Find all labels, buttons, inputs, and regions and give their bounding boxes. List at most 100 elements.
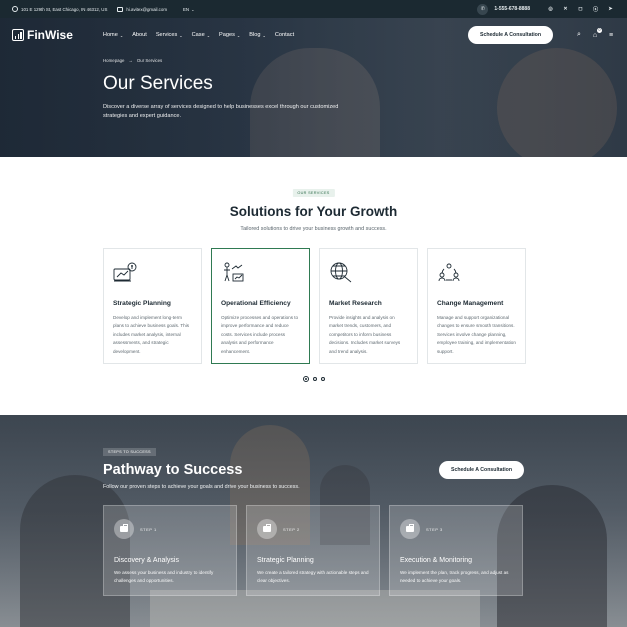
nav-label: Services xyxy=(155,32,178,38)
hero-content: Homepage → Our Services Our Services Dis… xyxy=(103,58,343,121)
services-section: OUR SERVICES Solutions for Your Growth T… xyxy=(0,157,627,415)
step-title: Strategic Planning xyxy=(257,557,314,564)
schedule-consultation-button[interactable]: Schedule A Consultation xyxy=(439,461,525,479)
step-number: STEP 2 xyxy=(283,526,300,532)
nav-menu: Home ⌄ About Services ⌄ Case ⌄ Pages ⌄ Blog ⌄… xyxy=(103,32,294,38)
address-text: 101 E 129th St, East Chicago, IN 46312, … xyxy=(21,6,108,12)
pagination-dot-2[interactable] xyxy=(313,377,317,381)
main-nav: FinWise Home ⌄ About Services ⌄ Case ⌄ Page… xyxy=(0,18,627,52)
service-card-operational-efficiency[interactable]: Operational Efficiency Optimize processe… xyxy=(211,248,310,364)
briefcase-icon xyxy=(114,519,134,539)
card-text: Manage and support organizational change… xyxy=(437,315,516,354)
cart-icon[interactable]: ⌂ xyxy=(591,28,602,39)
nav-item-blog[interactable]: Blog ⌄ xyxy=(249,32,266,38)
step-card-1: STEP 1 Discovery & Analysis We assess yo… xyxy=(103,505,237,596)
address-item: 101 E 129th St, East Chicago, IN 46312, … xyxy=(12,6,107,12)
nav-item-contact[interactable]: Contact xyxy=(275,32,294,38)
breadcrumb: Homepage → Our Services xyxy=(103,58,343,63)
globe-search-icon xyxy=(330,262,352,283)
chevron-down-icon: ⌄ xyxy=(119,32,124,38)
section-tag: OUR SERVICES xyxy=(292,189,335,197)
carousel-pagination xyxy=(303,376,325,382)
section-title: Solutions for Your Growth xyxy=(229,204,398,219)
nav-item-case[interactable]: Case ⌄ xyxy=(192,32,210,38)
nav-item-home[interactable]: Home ⌄ xyxy=(103,32,123,38)
email-item[interactable]: hi.avitex@gmail.com xyxy=(117,6,167,12)
chevron-down-icon: ⌄ xyxy=(179,32,183,38)
instagram-icon[interactable]: ◻ xyxy=(576,5,585,14)
step-card-3: STEP 3 Execution & Monitoring We impleme… xyxy=(389,505,523,596)
card-title: Operational Efficiency xyxy=(221,300,291,307)
pagination-dot-3[interactable] xyxy=(321,377,325,381)
topbar-right: ✆ 1-555-678-8888 ◎ ✕ ◻ ⓢ ➤ xyxy=(477,3,615,15)
top-bar: 101 E 129th St, East Chicago, IN 46312, … xyxy=(0,0,627,18)
chevron-down-icon: ⌄ xyxy=(191,6,195,12)
schedule-consultation-button[interactable]: Schedule A Consultation xyxy=(467,26,553,44)
breadcrumb-home[interactable]: Homepage xyxy=(103,58,124,63)
location-icon xyxy=(12,6,18,12)
nav-item-pages[interactable]: Pages ⌄ xyxy=(219,32,240,38)
language-selector[interactable]: EN ⌄ xyxy=(183,7,194,12)
service-cards: Strategic Planning Develop and implement… xyxy=(103,248,526,364)
step-cards: STEP 1 Discovery & Analysis We assess yo… xyxy=(103,505,523,596)
language-label: EN xyxy=(182,6,190,12)
nav-label: Blog xyxy=(249,32,261,38)
logo-text: FinWise xyxy=(27,28,73,42)
phone-icon: ✆ xyxy=(477,3,489,15)
service-card-strategic-planning[interactable]: Strategic Planning Develop and implement… xyxy=(103,248,202,364)
step-number: STEP 3 xyxy=(426,526,443,532)
step-title: Discovery & Analysis xyxy=(114,557,179,564)
mail-icon xyxy=(117,6,124,12)
step-head: STEP 1 xyxy=(114,519,226,539)
nav-label: About xyxy=(132,32,147,38)
step-head: STEP 3 xyxy=(400,519,512,539)
team-change-icon xyxy=(438,263,460,282)
step-number: STEP 1 xyxy=(140,526,157,532)
hero-subtitle: Discover a diverse array of services des… xyxy=(103,104,339,119)
menu-icon[interactable]: ≡ xyxy=(607,31,615,39)
section-title: Pathway to Success xyxy=(103,462,243,478)
briefcase-icon xyxy=(400,519,420,539)
phone-number[interactable]: 1-555-678-8888 xyxy=(494,6,530,12)
skype-icon[interactable]: ⓢ xyxy=(591,5,600,14)
section-tag: STEPS TO SUCCESS xyxy=(103,448,156,456)
section-subtitle: Follow our proven steps to achieve your … xyxy=(103,484,300,490)
section-subtitle: Tailored solutions to drive your busines… xyxy=(240,226,387,232)
nav-label: Contact xyxy=(274,32,295,38)
search-icon[interactable]: ⌕ xyxy=(575,31,583,39)
nav-item-about[interactable]: About xyxy=(132,32,147,38)
step-text: We create a tailored strategy with actio… xyxy=(257,570,369,584)
service-card-market-research[interactable]: Market Research Provide insights and ana… xyxy=(319,248,418,364)
card-text: Optimize processes and operations to imp… xyxy=(221,315,299,354)
step-head: STEP 2 xyxy=(257,519,369,539)
whatsapp-icon[interactable]: ◎ xyxy=(546,5,555,14)
email-text[interactable]: hi.avitex@gmail.com xyxy=(126,7,167,12)
breadcrumb-current: Our Services xyxy=(136,58,163,63)
service-card-change-management[interactable]: Change Management Manage and support org… xyxy=(427,248,526,364)
card-title: Market Research xyxy=(329,300,382,307)
chevron-down-icon: ⌄ xyxy=(236,32,241,38)
pathway-section: STEPS TO SUCCESS Pathway to Success Foll… xyxy=(0,415,627,627)
nav-item-services[interactable]: Services ⌄ xyxy=(156,32,183,38)
logo-icon xyxy=(12,29,24,41)
efficiency-icon xyxy=(224,262,244,282)
pagination-dot-1[interactable] xyxy=(303,376,309,382)
step-text: We assess your business and industry to … xyxy=(114,570,214,584)
x-icon[interactable]: ✕ xyxy=(561,5,570,14)
chart-growth-icon xyxy=(113,262,137,282)
card-text: Provide insights and analysis on market … xyxy=(329,315,401,354)
nav-label: Pages xyxy=(219,32,235,38)
telegram-icon[interactable]: ➤ xyxy=(606,5,615,14)
card-text: Develop and implement long-term plans to… xyxy=(113,315,190,354)
nav-label: Home xyxy=(102,32,118,38)
page-title: Our Services xyxy=(103,73,213,94)
step-text: We implement the plan, track progress, a… xyxy=(400,570,509,584)
arrow-right-icon: → xyxy=(128,58,133,63)
logo[interactable]: FinWise xyxy=(12,28,73,42)
step-title: Execution & Monitoring xyxy=(400,557,472,564)
chevron-down-icon: ⌄ xyxy=(206,32,211,38)
nav-label: Case xyxy=(191,32,205,38)
card-title: Change Management xyxy=(437,300,504,307)
card-title: Strategic Planning xyxy=(113,300,171,307)
chevron-down-icon: ⌄ xyxy=(262,32,266,38)
